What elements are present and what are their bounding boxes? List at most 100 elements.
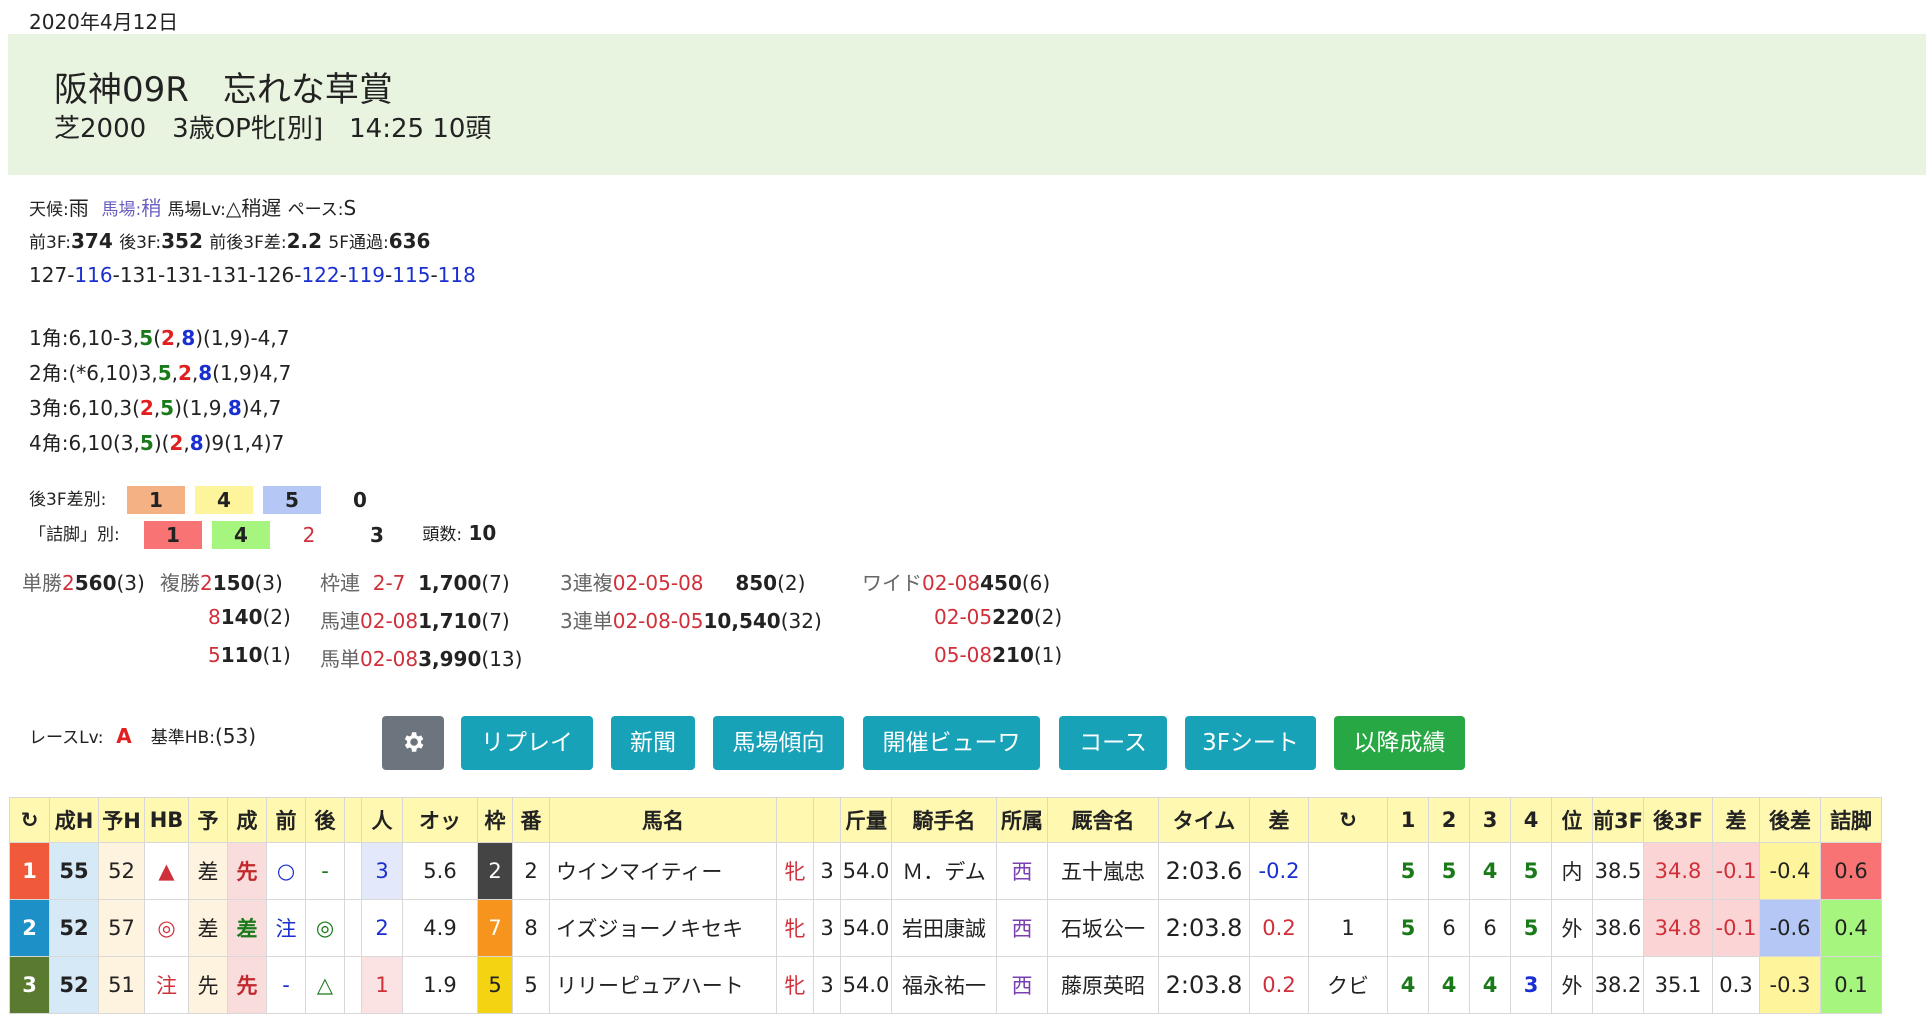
col-header[interactable]: 斤量 xyxy=(840,797,892,843)
table-cell: 3 xyxy=(361,842,403,900)
col-header[interactable]: 1 xyxy=(1387,797,1429,843)
table-cell: -0.1 xyxy=(1712,899,1760,957)
table-cell: 38.5 xyxy=(1592,842,1644,900)
l3f-rank-row: 後3F差別: 1 4 5 0 xyxy=(29,485,399,514)
col-header[interactable] xyxy=(813,797,841,843)
payout-fukusho-1: 複勝2150(3) xyxy=(160,571,283,595)
table-cell: 石坂公一 xyxy=(1047,899,1159,957)
gear-icon xyxy=(404,731,424,752)
corner-segment: )(1,9)-4,7 xyxy=(195,326,290,350)
col-header[interactable]: 位 xyxy=(1551,797,1593,843)
later-results-button[interactable]: 以降成績 xyxy=(1334,716,1465,770)
col-header[interactable]: 3 xyxy=(1469,797,1511,843)
col-header[interactable]: 人 xyxy=(361,797,403,843)
3f-sheet-button[interactable]: 3Fシート xyxy=(1185,716,1316,770)
replay-button[interactable]: リプレイ xyxy=(461,716,593,770)
table-body: 1 55 52 ▲ 差先 ○ -3 5.6 2 2 ウインマイティー牝 3 54.0 Ｍ．デム西五十嵐忠 2… xyxy=(9,842,1882,1014)
col-header[interactable]: 後 xyxy=(305,797,345,843)
col-header[interactable]: 騎手名 xyxy=(891,797,997,843)
col-header[interactable]: 成H xyxy=(49,797,99,843)
table-cell: 6 xyxy=(1428,899,1470,957)
lap-time: 118 xyxy=(437,263,476,287)
payout-sanrenpuku: 3連複02-05-08 850(2) xyxy=(560,571,806,595)
lap-sep: - xyxy=(339,263,347,287)
rank-box: 3 xyxy=(348,520,406,549)
lap-time: 116 xyxy=(74,263,113,287)
col-header[interactable]: 2 xyxy=(1428,797,1470,843)
table-cell: 0.2 xyxy=(1249,956,1309,1014)
settings-button[interactable] xyxy=(382,716,444,770)
col-header[interactable]: 詰脚 xyxy=(1820,797,1882,843)
col-header[interactable]: 所属 xyxy=(996,797,1048,843)
table-cell: 0.3 xyxy=(1712,956,1760,1014)
table-cell: 52 xyxy=(49,956,99,1014)
col-header[interactable]: 馬名 xyxy=(549,797,777,843)
table-cell: -0.3 xyxy=(1759,956,1821,1014)
table-cell: 1 xyxy=(1308,899,1388,957)
col-header[interactable]: ↻ xyxy=(1308,797,1388,843)
table-cell: 6 xyxy=(1469,899,1511,957)
payout-wide-1: ワイド02-08450(6) xyxy=(862,571,1051,595)
col-header[interactable]: 差 xyxy=(1249,797,1309,843)
corner-segment: 8 xyxy=(198,361,213,385)
meeting-viewer-button[interactable]: 開催ビューワ xyxy=(863,716,1040,770)
table-cell: 先 xyxy=(188,956,228,1014)
corner-segment: 2 xyxy=(161,326,175,350)
table-cell: ウインマイティー xyxy=(549,842,777,900)
lap-time: 122 xyxy=(301,263,340,287)
table-cell: イズジョーノキセキ xyxy=(549,899,777,957)
lap-time: 131 xyxy=(165,263,204,287)
table-cell: 3 xyxy=(1510,956,1552,1014)
table-cell: ○ xyxy=(266,842,306,900)
col-header[interactable]: 成 xyxy=(227,797,267,843)
col-header[interactable] xyxy=(776,797,814,843)
corner-segment: 2角:(*6,10)3, xyxy=(29,361,158,385)
rank-box: 5 xyxy=(263,485,321,514)
table-cell: 52 xyxy=(98,842,145,900)
table-row[interactable]: 3 52 51 注先先 - △ 1 1.9 5 5 リリーピュアハート牝 3 54.0 福永祐一西藤原英昭… xyxy=(9,956,1882,1014)
col-header[interactable]: タイム xyxy=(1158,797,1250,843)
col-header[interactable]: 厩舎名 xyxy=(1047,797,1159,843)
col-header[interactable]: 前 xyxy=(266,797,306,843)
track-condition: 稍 xyxy=(141,196,162,220)
col-header[interactable]: オッ xyxy=(402,797,478,843)
col-header[interactable]: 番 xyxy=(512,797,550,843)
col-header[interactable]: 予H xyxy=(98,797,145,843)
col-header[interactable]: 予 xyxy=(188,797,228,843)
table-cell: 5 xyxy=(1510,899,1552,957)
table-cell: クビ xyxy=(1308,956,1388,1014)
col-header[interactable]: 差 xyxy=(1712,797,1760,843)
rank-box: 1 xyxy=(127,485,185,514)
table-cell: △ xyxy=(305,956,345,1014)
table-cell: 4 xyxy=(1469,842,1511,900)
table-cell: 0.2 xyxy=(1249,899,1309,957)
col-header[interactable]: 枠 xyxy=(477,797,513,843)
col-header[interactable]: HB xyxy=(144,797,189,843)
results-table: ↻ 成H 予H HB 予成前後人オッ枠番馬名 斤量 騎手名 所属 厩舎名 タイム差 ↻ 1 2 3 4 位前3… xyxy=(9,797,1882,1014)
corner-segment: 5 xyxy=(139,431,154,455)
page: 2020年4月12日 阪神09R 忘れな草賞 芝2000 3歳OP牝[別] 14… xyxy=(0,0,1926,1024)
table-cell: 2 xyxy=(361,899,403,957)
table-cell: 差 xyxy=(188,842,228,900)
table-cell: 2 xyxy=(477,842,513,900)
table-cell: ◎ xyxy=(305,899,345,957)
table-cell: 西 xyxy=(996,899,1048,957)
col-header[interactable]: ↻ xyxy=(9,797,50,843)
lap-sep: - xyxy=(430,263,438,287)
col-header[interactable]: 後3F xyxy=(1643,797,1713,843)
table-row[interactable]: 1 55 52 ▲ 差先 ○ -3 5.6 2 2 ウインマイティー牝 3 54.0 Ｍ．デム西五十嵐忠 2… xyxy=(9,842,1882,900)
col-header[interactable]: 4 xyxy=(1510,797,1552,843)
race-level: A xyxy=(116,724,132,748)
table-cell: 先 xyxy=(227,956,267,1014)
course-button[interactable]: コース xyxy=(1059,716,1167,770)
table-cell: 3 xyxy=(813,899,841,957)
col-header[interactable]: 後差 xyxy=(1759,797,1821,843)
col-header[interactable] xyxy=(344,797,362,843)
track-trend-button[interactable]: 馬場傾向 xyxy=(713,716,844,770)
table-cell: 0.6 xyxy=(1820,842,1882,900)
col-header[interactable]: 前3F xyxy=(1592,797,1644,843)
newspaper-button[interactable]: 新聞 xyxy=(611,716,695,770)
table-row[interactable]: 2 52 57 ◎ 差差注 ◎ 2 4.9 7 8 イズジョーノキセキ牝 3 54.0 岩田康誠西石坂公一… xyxy=(9,899,1882,957)
table-cell: 福永祐一 xyxy=(891,956,997,1014)
table-cell: - xyxy=(266,956,306,1014)
